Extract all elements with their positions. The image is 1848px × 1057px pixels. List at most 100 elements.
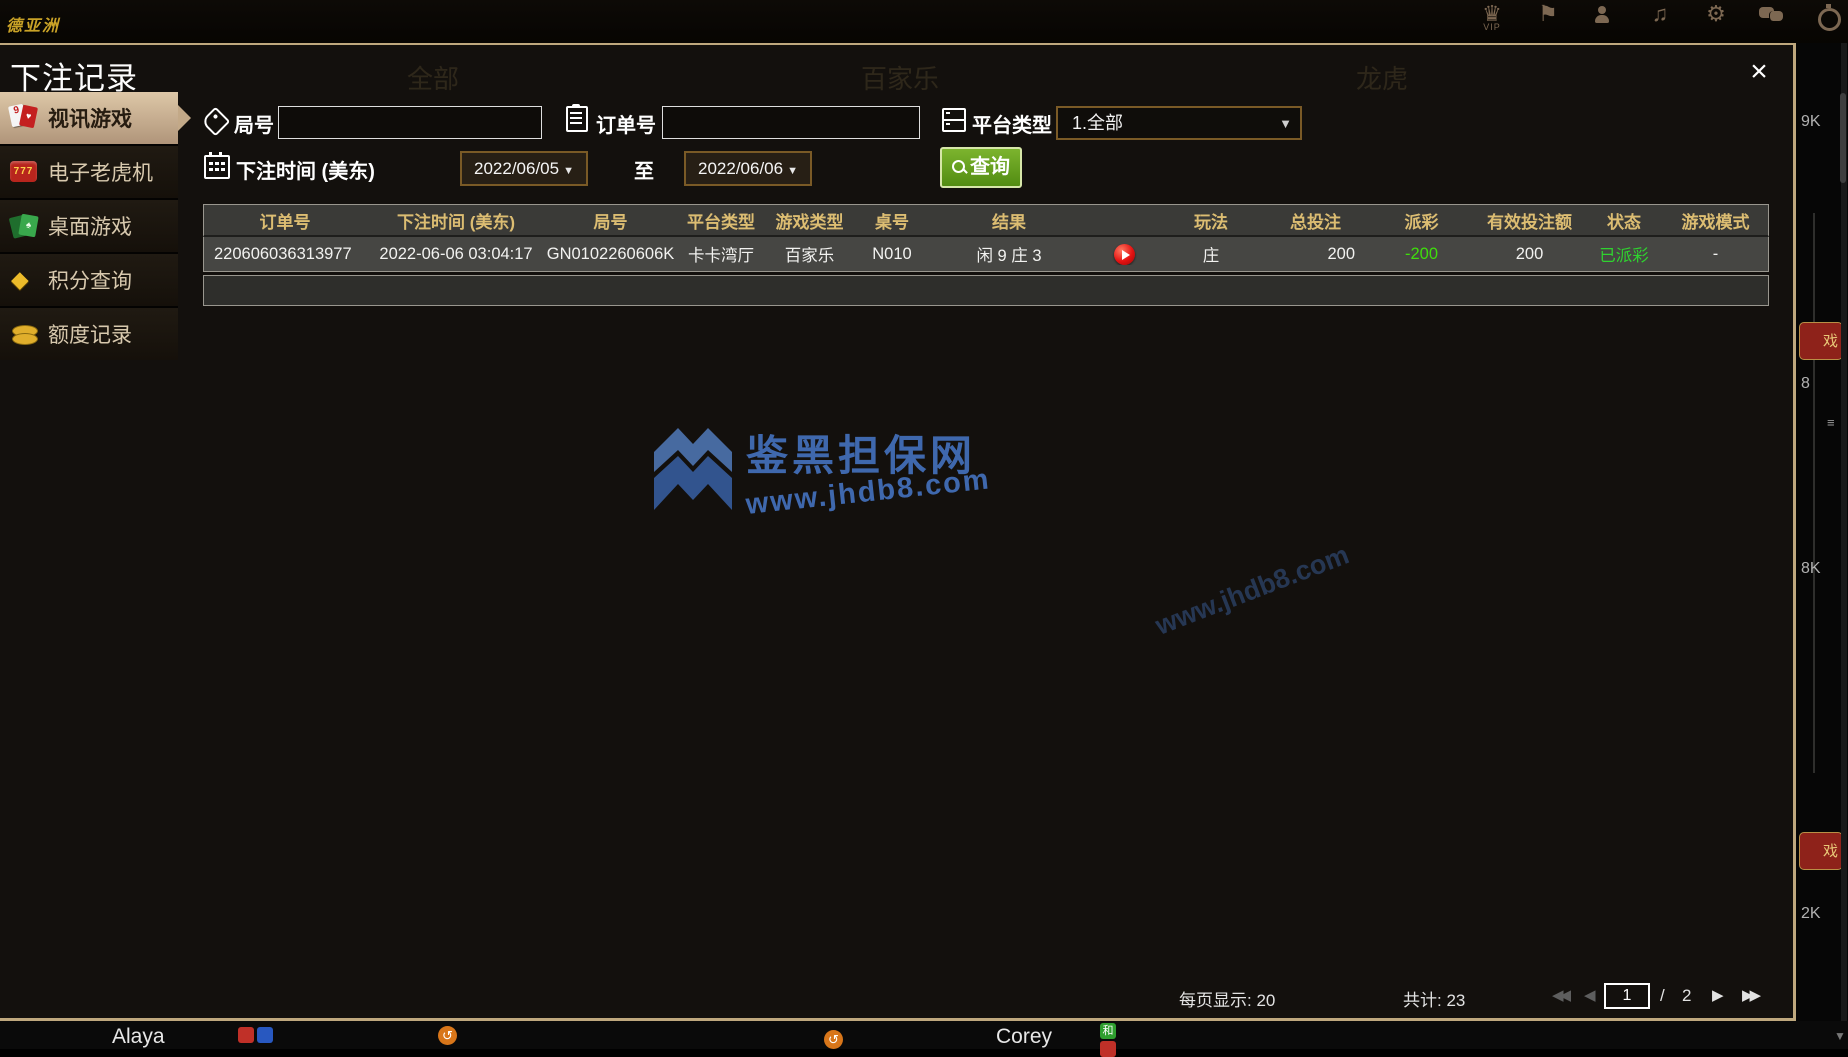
banker-count-badge xyxy=(238,1027,254,1043)
music-icon[interactable]: ♫ xyxy=(1644,2,1676,36)
platform-type-select[interactable]: 1.全部 ▼ xyxy=(1056,106,1302,140)
per-page-label: 每页显示: 20 xyxy=(1179,991,1276,1010)
column-header: 状态 xyxy=(1607,212,1641,232)
cell-total-bet: 200 xyxy=(1327,244,1355,263)
gear-icon[interactable]: ⚙ xyxy=(1700,2,1732,36)
refresh-icon[interactable]: ↺ xyxy=(824,1030,843,1049)
clipboard-icon xyxy=(566,104,588,132)
sidebar-item-live-games[interactable]: 9 ♥ 视讯游戏 xyxy=(0,92,191,144)
cell-status: 已派彩 xyxy=(1599,247,1649,265)
first-page-button[interactable]: ◀◀ xyxy=(1552,986,1571,1004)
date-to-picker[interactable]: 2022/06/06 ▼ xyxy=(684,151,812,186)
platform-icon xyxy=(942,108,966,132)
chat-icon[interactable] xyxy=(1756,2,1788,36)
sidebar-item-slots[interactable]: 777 电子老虎机 xyxy=(0,144,178,198)
flag-icon[interactable]: ⚑ xyxy=(1532,2,1564,36)
table-row: 220606036313977 2022-06-06 03:04:17 GN0102… xyxy=(204,237,1768,271)
table-total-row xyxy=(203,275,1769,306)
cell-replay xyxy=(1086,243,1162,265)
screen: 德亚洲 ♛ VIP ⚑ ♫ ⚙ 9K 8 戏 8K 戏 2K ≡ Alaya ↺ … xyxy=(0,0,1848,1057)
cell-order-id: 220606036313977 xyxy=(214,244,352,263)
total-count-label: 共计: 23 xyxy=(1403,991,1466,1010)
column-header: 下注时间 (美东) xyxy=(396,212,516,232)
sidebar-item-points-query[interactable]: ◆ 积分查询 xyxy=(0,252,178,306)
cell-valid-bet: 200 xyxy=(1515,244,1544,263)
prev-page-button[interactable]: ◀ xyxy=(1584,986,1595,1004)
background-tab-baccarat: 百家乐 xyxy=(861,64,940,94)
chevron-down-icon: ▼ xyxy=(787,165,798,177)
player-name: Corey xyxy=(996,1025,1053,1048)
search-button[interactable]: 查询 xyxy=(940,147,1022,188)
refresh-icon[interactable]: ↺ xyxy=(438,1026,457,1045)
cell-game-type: 百家乐 xyxy=(784,247,835,265)
round-number-input[interactable] xyxy=(278,106,542,139)
round-number-label: 局号 xyxy=(234,115,274,137)
column-header: 订单号 xyxy=(259,212,311,232)
order-number-input[interactable] xyxy=(662,106,920,139)
close-icon[interactable]: × xyxy=(1742,55,1776,89)
banker-count-badge xyxy=(1100,1041,1116,1057)
user-icon[interactable] xyxy=(1588,2,1620,36)
sidebar: 9 ♥ 视讯游戏 777 电子老虎机 ♠ 桌面游戏 ◆ 积分查询 额度记录 xyxy=(0,92,191,360)
cell-bet-time: 2022-06-06 03:04:17 xyxy=(379,244,533,263)
column-header: 桌号 xyxy=(875,212,909,232)
chip-fragment: 9K xyxy=(1801,113,1821,130)
column-header: 结果 xyxy=(992,212,1026,232)
enter-game-button-fragment[interactable]: 戏 xyxy=(1799,832,1843,870)
cell-table-id: N010 xyxy=(872,244,912,263)
column-header: 有效投注额 xyxy=(1487,212,1572,232)
diamond-icon: ◆ xyxy=(11,266,29,292)
cell-payout: -200 xyxy=(1404,244,1439,263)
pagination-bar: 每页显示: 20 共计: 23 ◀◀ ◀ 1 / 2 ▶ ▶▶ xyxy=(0,983,1796,1013)
column-header: 玩法 xyxy=(1194,212,1228,232)
slot-machine-icon: 777 xyxy=(8,157,40,187)
playing-cards-icon: 9 ♥ xyxy=(7,103,40,133)
date-from-picker[interactable]: 2022/06/05 ▼ xyxy=(460,151,588,186)
cell-platform: 卡卡湾厅 xyxy=(688,247,754,265)
last-page-button[interactable]: ▶▶ xyxy=(1742,986,1761,1004)
betting-records-table: 订单号 下注时间 (美东) 局号 平台类型 游戏类型 桌号 结果 玩法 总投注 派彩 有效投注额 状态… xyxy=(203,204,1769,306)
tie-count-badge: 和 xyxy=(1100,1023,1116,1039)
background-divider xyxy=(1813,213,1815,773)
betting-records-modal: 下注记录 全部 百家乐 龙虎 × 9 ♥ 视讯游戏 777 电子老虎机 ♠ 桌面游… xyxy=(0,43,1796,1021)
chip-fragment: 8K xyxy=(1801,560,1821,577)
chevron-down-icon[interactable]: ▼ xyxy=(1834,1029,1846,1043)
scrollbar-handle[interactable] xyxy=(1840,93,1846,183)
clock-icon[interactable] xyxy=(1812,2,1844,36)
table-games-icon: ♠ xyxy=(8,211,40,241)
sidebar-item-table-games[interactable]: ♠ 桌面游戏 xyxy=(0,198,178,252)
chip-fragment: 8 xyxy=(1801,375,1810,392)
search-icon xyxy=(952,160,967,175)
column-header: 局号 xyxy=(593,212,628,232)
table-header-row: 订单号 下注时间 (美东) 局号 平台类型 游戏类型 桌号 结果 玩法 总投注 派彩 有效投注额 状态… xyxy=(203,204,1769,237)
next-page-button[interactable]: ▶ xyxy=(1712,986,1723,1004)
background-bottom-strip: Alaya ↺ ↺ Corey 和 ▼ xyxy=(0,1021,1848,1057)
calendar-icon xyxy=(204,152,230,179)
vip-icon[interactable]: ♛ VIP xyxy=(1476,2,1508,36)
page-separator: / xyxy=(1660,986,1665,1005)
sidebar-item-credit-records[interactable]: 额度记录 xyxy=(0,306,178,360)
page-number-input[interactable]: 1 xyxy=(1604,983,1650,1009)
top-bar: 德亚洲 ♛ VIP ⚑ ♫ ⚙ xyxy=(0,0,1848,43)
player-name: Alaya xyxy=(112,1025,165,1048)
background-right-strip: 9K 8 戏 8K 戏 2K ≡ xyxy=(1799,43,1848,1021)
coins-icon xyxy=(8,319,40,349)
column-header: 平台类型 xyxy=(687,212,755,232)
cell-round-id: GN0102260606K xyxy=(546,244,675,263)
column-header: 游戏模式 xyxy=(1681,212,1750,232)
total-pages-label: 2 xyxy=(1682,986,1692,1005)
player-count-badge xyxy=(257,1027,273,1043)
enter-game-button-fragment[interactable]: 戏 xyxy=(1799,322,1843,360)
to-label: 至 xyxy=(634,161,654,183)
brand-logo: 德亚洲 xyxy=(6,18,61,35)
play-video-icon[interactable] xyxy=(1113,243,1135,265)
column-header: 总投注 xyxy=(1290,212,1341,232)
column-header: 派彩 xyxy=(1404,212,1439,232)
chevron-down-icon: ▼ xyxy=(1279,116,1292,131)
grip-icon: ≡ xyxy=(1827,415,1835,430)
cell-result: 闲 9 庄 3 xyxy=(976,247,1042,265)
bet-time-label: 下注时间 (美东) xyxy=(236,161,375,183)
scrollbar-track[interactable] xyxy=(1840,43,1847,1021)
order-number-label: 订单号 xyxy=(596,115,656,137)
background-tab-dragon-tiger: 龙虎 xyxy=(1356,64,1409,94)
